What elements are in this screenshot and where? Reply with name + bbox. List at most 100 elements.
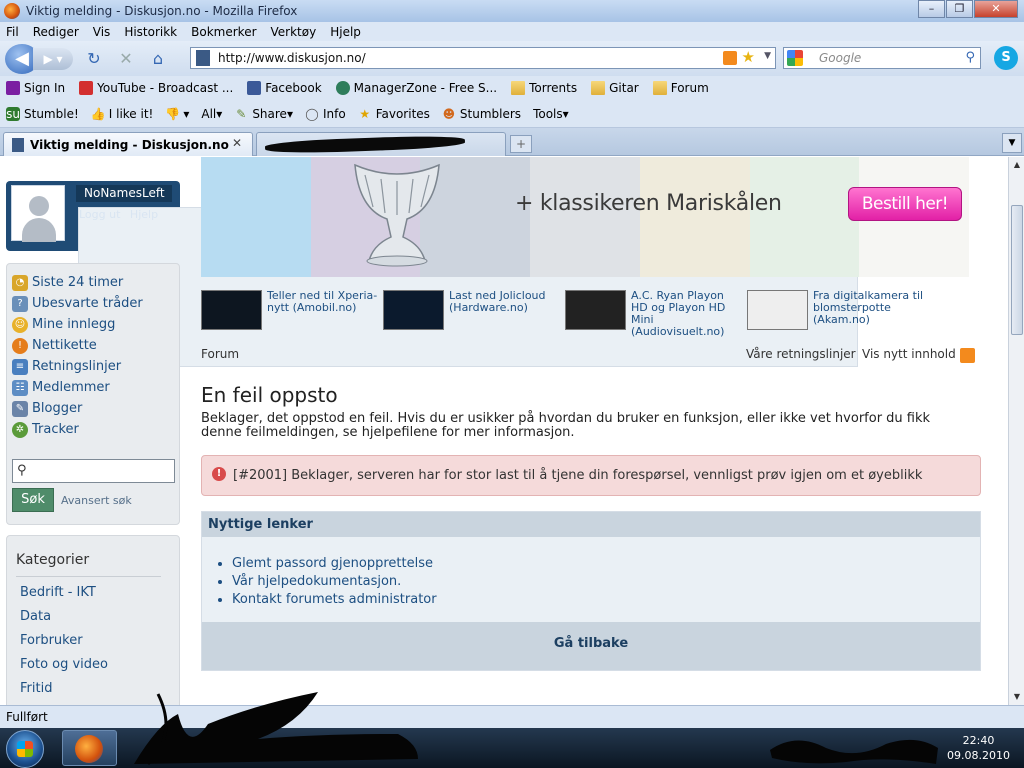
bookmark-gitar[interactable]: Gitar	[591, 81, 639, 95]
new-content-link[interactable]: Vis nytt innhold	[862, 347, 956, 361]
tab-redacted[interactable]	[256, 132, 506, 156]
go-back-button[interactable]: Gå tilbake	[202, 622, 980, 670]
share-button[interactable]: ✎ Share ▾	[234, 107, 293, 121]
scroll-thumb[interactable]	[1011, 205, 1023, 335]
maximize-button[interactable]: ❐	[946, 0, 973, 18]
bestill-button[interactable]: Bestill her!	[848, 187, 962, 221]
stumblers-button[interactable]: ☻ Stumblers	[442, 107, 521, 121]
help-link[interactable]: Hjelp	[130, 208, 158, 221]
menu-fil[interactable]: Fil	[6, 25, 19, 39]
system-clock[interactable]: 22:40 09.08.2010	[947, 733, 1010, 763]
thumbs-down-icon: 👎	[165, 106, 181, 121]
bookmark-star-icon[interactable]: ★	[742, 48, 755, 66]
new-tab-button[interactable]: +	[510, 135, 532, 153]
firefox-taskbar-button[interactable]	[62, 730, 117, 766]
address-bar[interactable]: http://www.diskusjon.no/ ★ ▼	[190, 47, 776, 69]
google-icon[interactable]	[787, 50, 803, 66]
menu-rediger[interactable]: Rediger	[33, 25, 79, 39]
category-link[interactable]: Bedrift - IKT	[20, 585, 179, 609]
tab-list-dropdown[interactable]: ▼	[1002, 133, 1022, 153]
tab-title: Viktig melding - Diskusjon.no	[30, 137, 229, 152]
sidenav-item[interactable]: ◔ Siste 24 timer	[12, 272, 179, 293]
sidenav-item[interactable]: ! Nettikette	[12, 335, 179, 356]
warning-icon: !	[12, 337, 28, 354]
tab-active[interactable]: Viktig melding - Diskusjon.no ✕	[3, 132, 253, 156]
stumbleupon-icon: su	[6, 106, 20, 121]
skype-icon[interactable]: S	[994, 46, 1018, 70]
tab-bar: Viktig melding - Diskusjon.no ✕ + ▼	[0, 128, 1024, 156]
speech-bubble-icon: ◯	[305, 106, 319, 121]
news-item[interactable]: Teller ned til Xperia-nytt (Amobil.no)	[201, 290, 381, 340]
home-icon[interactable]: ⌂	[147, 49, 169, 68]
sidenav-item[interactable]: ☺ Mine innlegg	[12, 314, 179, 335]
sidenav-item[interactable]: ✲ Tracker	[12, 419, 179, 440]
menu-bar: Fil Rediger Vis Historikk Bokmerker Verk…	[0, 22, 1024, 41]
username-dropdown[interactable]: NoNamesLeft	[76, 185, 172, 202]
ad-banner[interactable]: + klassikeren Mariskålen Bestill her!	[201, 157, 970, 277]
bookmark-torrents[interactable]: Torrents	[511, 81, 577, 95]
contact-admin-link[interactable]: Kontakt forumets administrator	[232, 592, 437, 610]
site-favicon	[12, 137, 24, 152]
page-viewport: NoNamesLeft Logg ut Hjelp ◔ Siste 24 time…	[0, 157, 1008, 705]
search-icon[interactable]: ⚲	[965, 50, 975, 65]
folder-icon	[511, 81, 526, 95]
stop-icon[interactable]: ✕	[115, 49, 137, 68]
search-input[interactable]: Google	[819, 51, 861, 65]
scroll-down-arrow[interactable]: ▼	[1009, 689, 1024, 705]
all-dropdown[interactable]: All ▾	[201, 107, 222, 121]
bookmark-youtube[interactable]: YouTube - Broadcast ...	[79, 81, 233, 95]
news-item[interactable]: Fra digitalkamera til blomsterpotte (Aka…	[747, 290, 927, 340]
clock-icon: ◔	[12, 274, 28, 291]
reload-icon[interactable]: ↻	[83, 49, 105, 68]
menu-hjelp[interactable]: Hjelp	[330, 25, 361, 39]
menu-historikk[interactable]: Historikk	[124, 25, 177, 39]
category-link[interactable]: Foto og video	[20, 657, 179, 681]
forgot-password-link[interactable]: Glemt passord gjenopprettelse	[232, 556, 437, 574]
close-tab-icon[interactable]: ✕	[232, 136, 242, 150]
bookmark-forum[interactable]: Forum	[652, 81, 709, 95]
avatar[interactable]	[11, 185, 65, 242]
news-item[interactable]: Last ned Jolicloud (Hardware.no)	[383, 290, 563, 340]
breadcrumb-forum[interactable]: Forum	[201, 347, 239, 361]
minimize-button[interactable]: –	[918, 0, 945, 18]
help-docs-link[interactable]: Vår hjelpedokumentasjon.	[232, 574, 437, 592]
category-link[interactable]: Forbruker	[20, 633, 179, 657]
forward-button[interactable]: ▶ ▾	[33, 47, 73, 70]
error-alert: ! [#2001] Beklager, serveren har for sto…	[201, 455, 981, 496]
dislike-button[interactable]: 👎 ▾	[165, 107, 189, 121]
windows-logo-icon	[17, 741, 33, 757]
menu-bokmerker[interactable]: Bokmerker	[191, 25, 256, 39]
sidenav-item[interactable]: ≡ Retningslinjer	[12, 356, 179, 377]
menu-vis[interactable]: Vis	[93, 25, 111, 39]
logout-link[interactable]: Logg ut	[79, 208, 120, 221]
info-button[interactable]: ◯ Info	[305, 106, 345, 121]
close-window-button[interactable]: ✕	[974, 0, 1018, 18]
like-button[interactable]: 👍 I like it!	[91, 107, 154, 121]
sidenav-item[interactable]: ☷ Medlemmer	[12, 377, 179, 398]
stumble-button[interactable]: su Stumble!	[6, 106, 79, 121]
rss-feed-icon[interactable]	[723, 51, 737, 65]
news-item[interactable]: A.C. Ryan Playon HD og Playon HD Mini (A…	[565, 290, 745, 340]
search-bar[interactable]: Google ⚲	[783, 47, 981, 69]
tools-dropdown[interactable]: Tools ▾	[533, 107, 569, 121]
bookmark-sign-in[interactable]: Sign In	[6, 81, 65, 95]
scroll-up-arrow[interactable]: ▲	[1009, 157, 1024, 173]
bookmark-managerzone[interactable]: ManagerZone - Free S...	[335, 81, 497, 95]
favorites-button[interactable]: ★ Favorites	[358, 107, 430, 121]
sidebar-search-input[interactable]: ⚲	[12, 459, 175, 483]
advanced-search-link[interactable]: Avansert søk	[61, 494, 132, 507]
url-dropdown-icon[interactable]: ▼	[764, 51, 771, 61]
sidenav-item[interactable]: ? Ubesvarte tråder	[12, 293, 179, 314]
guidelines-link[interactable]: Våre retningslinjer	[746, 347, 856, 361]
category-link[interactable]: Data	[20, 609, 179, 633]
url-text[interactable]: http://www.diskusjon.no/	[218, 51, 366, 65]
vertical-scrollbar[interactable]: ▲ ▼	[1008, 157, 1024, 705]
rss-icon[interactable]	[960, 348, 975, 363]
redaction-scribble	[134, 692, 418, 766]
bookmark-facebook[interactable]: Facebook	[247, 81, 322, 95]
start-button[interactable]	[6, 730, 44, 768]
sok-button[interactable]: Søk	[12, 488, 54, 512]
sidenav-item[interactable]: ✎ Blogger	[12, 398, 179, 419]
menu-verktoy[interactable]: Verktøy	[271, 25, 317, 39]
clock-date: 09.08.2010	[947, 749, 1010, 762]
